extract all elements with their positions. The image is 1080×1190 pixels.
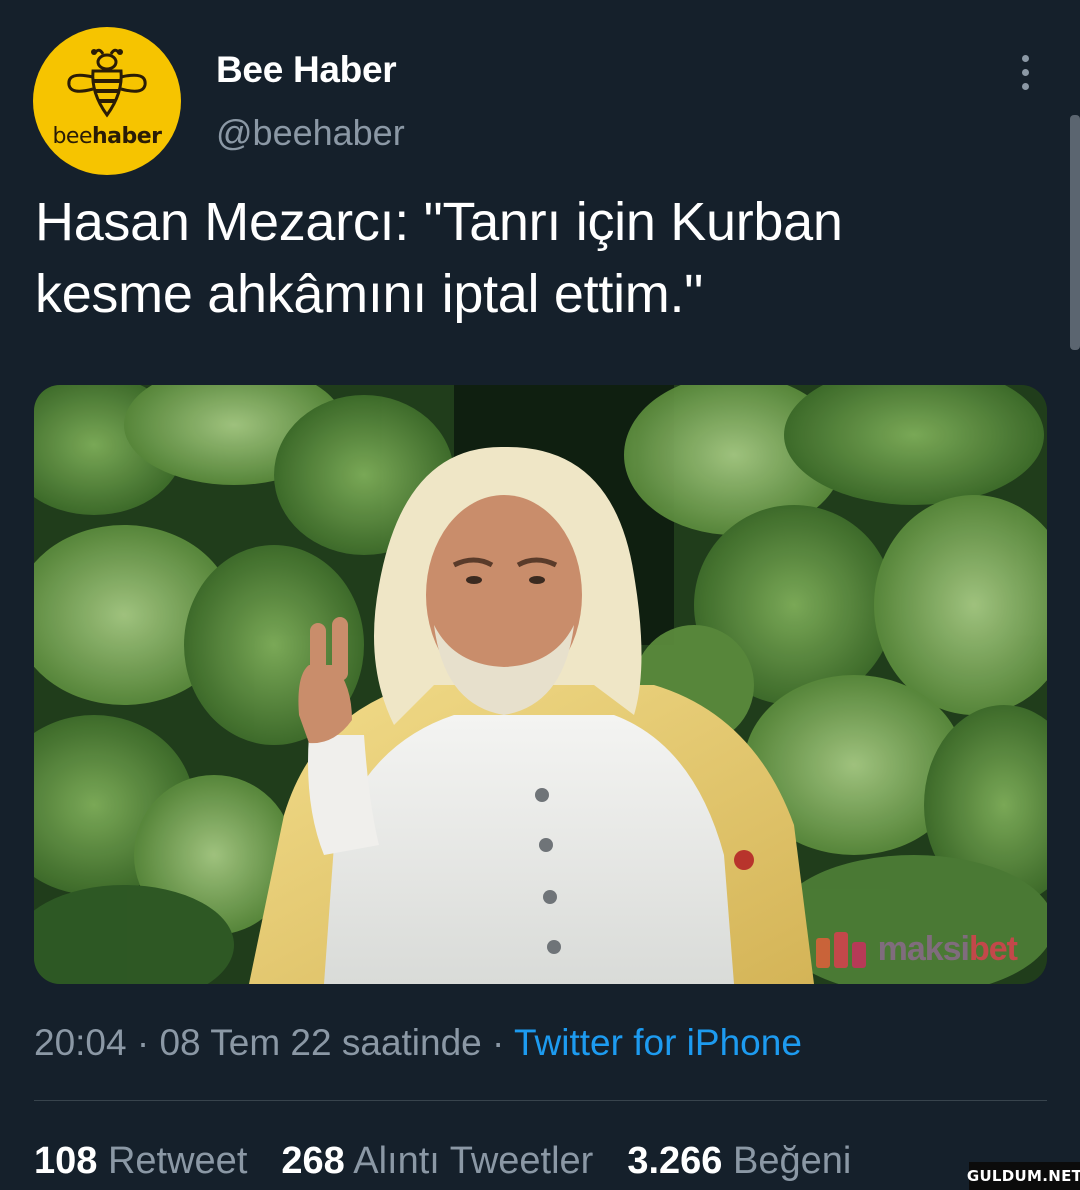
display-name[interactable]: Bee Haber: [216, 49, 397, 91]
retweets-label: Retweet: [107, 1140, 248, 1182]
tweet-time[interactable]: 20:04: [34, 1022, 127, 1063]
watermark-text-a: maksi: [877, 929, 970, 968]
bee-logo-icon: [67, 48, 147, 118]
tweet-stats: 108 Retweet 268 Alıntı Tweetler 3.266 Be…: [34, 1140, 851, 1183]
scrollbar-thumb[interactable]: [1070, 115, 1080, 350]
meta-separator: ·: [126, 1022, 160, 1063]
quotes-stat[interactable]: 268 Alıntı Tweetler: [281, 1140, 593, 1183]
dot: [1021, 82, 1029, 90]
divider: [34, 1100, 1047, 1101]
likes-stat[interactable]: 3.266 Beğeni: [627, 1140, 851, 1183]
tweet-text-line: kesme ahkâmını iptal ettim.": [35, 264, 704, 324]
retweets-stat[interactable]: 108 Retweet: [34, 1140, 247, 1183]
avatar[interactable]: beehaber: [33, 27, 181, 175]
tweet-source-link[interactable]: Twitter for iPhone: [514, 1022, 802, 1063]
more-options-icon[interactable]: [1008, 50, 1042, 94]
tweet-meta: 20:04 · 08 Tem 22 saatinde · Twitter for…: [34, 1022, 802, 1064]
watermark: maksibet: [814, 928, 1018, 970]
meta-separator: ·: [481, 1022, 514, 1063]
avatar-text-bold: haber: [92, 124, 162, 149]
tweet-photo[interactable]: maksibet: [34, 385, 1047, 984]
site-watermark-badge: GULDUM.NET: [967, 1162, 1080, 1190]
watermark-text: maksibet: [877, 929, 1018, 969]
likes-count: 3.266: [627, 1140, 723, 1182]
user-handle[interactable]: @beehaber: [216, 112, 405, 154]
dot: [1021, 54, 1029, 62]
maksibet-logo-icon: [815, 932, 866, 968]
quotes-count: 268: [281, 1140, 345, 1182]
avatar-logo-text: beehaber: [33, 124, 181, 149]
retweets-count: 108: [34, 1140, 98, 1182]
tweet-date[interactable]: 08 Tem 22 saatinde: [159, 1022, 481, 1063]
photo-image: [34, 385, 1047, 984]
quotes-label: Alıntı Tweetler: [353, 1140, 594, 1182]
watermark-text-b: bet: [969, 929, 1018, 968]
tweet-text: Hasan Mezarcı: "Tanrı için Kurban kesme …: [35, 186, 1035, 330]
tweet-container: beehaber Bee Haber @beehaber Hasan Mezar…: [0, 0, 1080, 1190]
avatar-text-light: bee: [52, 124, 92, 149]
likes-label: Beğeni: [733, 1140, 852, 1182]
dot: [1021, 68, 1029, 76]
tweet-text-line: Hasan Mezarcı: "Tanrı için Kurban: [35, 192, 843, 252]
